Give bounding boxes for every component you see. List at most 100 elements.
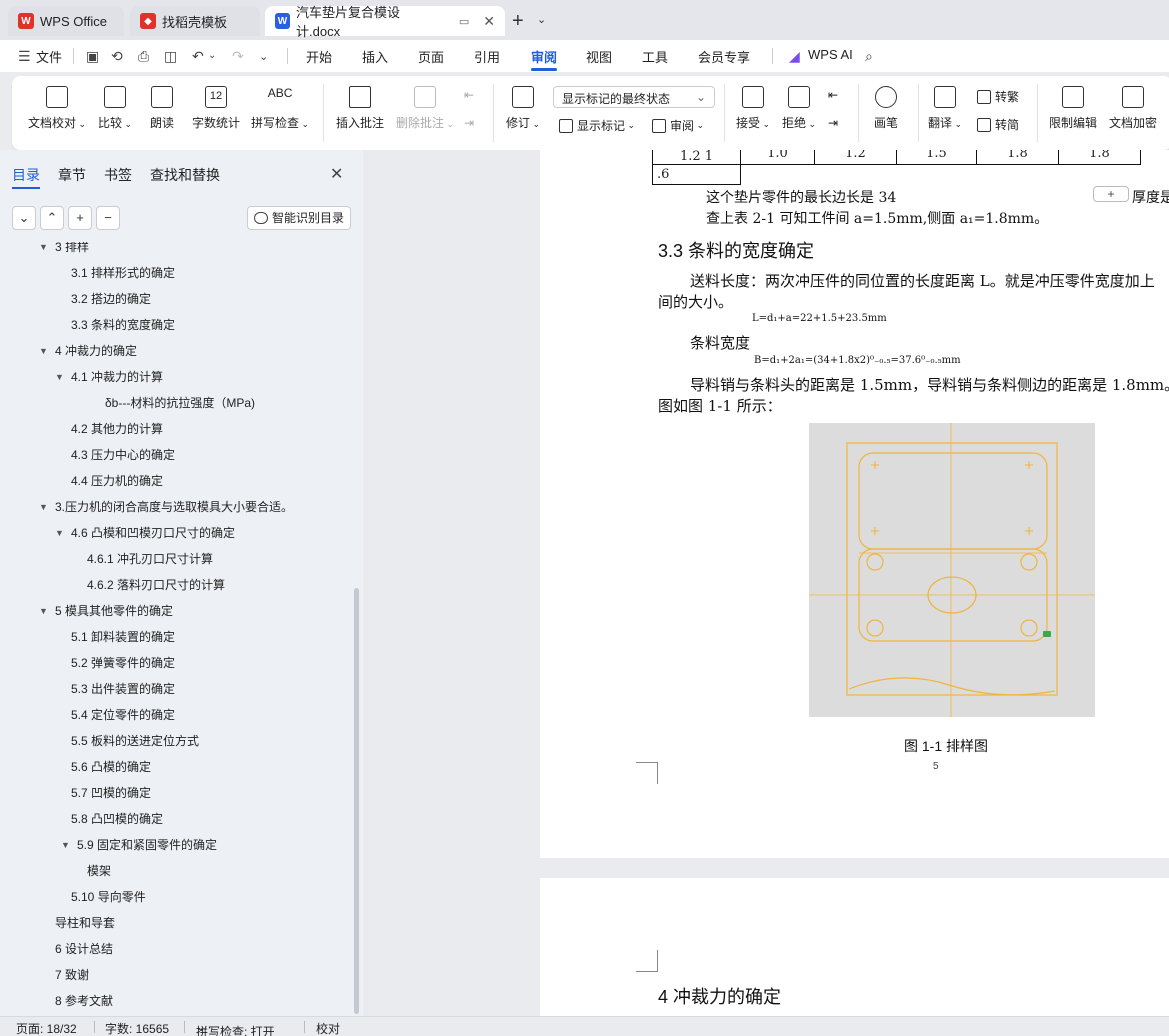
tab-toc[interactable]: 目录: [12, 165, 40, 185]
toc-item[interactable]: 5.2 弹簧零件的确定: [71, 652, 175, 674]
toc-item[interactable]: 导柱和导套: [55, 912, 115, 934]
print-icon[interactable]: ⎙: [138, 48, 149, 65]
collapse-arrow-icon[interactable]: ▼: [39, 496, 48, 518]
collapse-arrow-icon[interactable]: ▼: [55, 366, 64, 388]
toc-item[interactable]: 4.4 压力机的确定: [71, 470, 163, 492]
menu-page[interactable]: 页面: [418, 47, 444, 66]
word-count-indicator[interactable]: 字数: 16565: [105, 1020, 169, 1036]
tab-bookmarks[interactable]: 书签: [104, 165, 132, 185]
expand-all-button[interactable]: ⌄: [12, 206, 36, 230]
monitor-icon[interactable]: ▭: [459, 15, 469, 28]
toc-item[interactable]: ▼ 5.9 固定和紧固零件的确定: [61, 834, 217, 856]
menu-wps-ai[interactable]: WPS AI: [808, 47, 853, 62]
toc-item[interactable]: 8 参考文献: [55, 990, 113, 1012]
collapse-arrow-icon[interactable]: ▼: [39, 340, 48, 362]
close-tab-icon[interactable]: ✕: [483, 13, 495, 30]
toc-scrollbar[interactable]: [354, 588, 359, 1014]
toc-item[interactable]: 5.3 出件装置的确定: [71, 678, 175, 700]
menu-tools[interactable]: 工具: [642, 47, 668, 66]
toc-item[interactable]: 4.2 其他力的计算: [71, 418, 163, 440]
toc-item[interactable]: 6 设计总结: [55, 938, 113, 960]
toc-item[interactable]: 5.4 定位零件的确定: [71, 704, 175, 726]
smart-toc-button[interactable]: 智能识别目录: [247, 206, 351, 230]
undo-dropdown-icon[interactable]: ⌄: [208, 50, 216, 61]
toc-item[interactable]: 4.3 压力中心的确定: [71, 444, 175, 466]
to-traditional-button[interactable]: 转繁: [977, 88, 1019, 105]
toc-item[interactable]: ▼ 3.压力机的闭合高度与选取模具大小要合适。: [39, 496, 293, 518]
toc-item[interactable]: 4.6.2 落料刃口尺寸的计算: [87, 574, 225, 596]
share-icon[interactable]: ⟲: [111, 48, 123, 65]
toc-item[interactable]: 5.6 凸模的确定: [71, 756, 151, 778]
spell-check-indicator[interactable]: 拼写检查: 打开 ⌄: [196, 1020, 275, 1036]
toc-item[interactable]: ▼ 5 模具其他零件的确定: [39, 600, 173, 622]
remove-heading-button[interactable]: −: [96, 206, 120, 230]
add-heading-button[interactable]: +: [68, 206, 92, 230]
collapse-arrow-icon[interactable]: ▼: [55, 522, 64, 544]
document-page[interactable]: 4 冲裁力的确定: [540, 878, 1169, 1016]
page-indicator[interactable]: 页面: 18/32: [16, 1020, 77, 1036]
toc-item[interactable]: 4.6.1 冲孔刃口尺寸计算: [87, 548, 213, 570]
tab-sections[interactable]: 章节: [58, 165, 86, 185]
markup-state-select[interactable]: 显示标记的最终状态 ⌄: [553, 86, 715, 108]
toc-item[interactable]: 模架: [87, 860, 111, 882]
toc-item[interactable]: δb---材料的抗拉强度（MPa): [105, 392, 255, 414]
to-simplified-button[interactable]: 转简: [977, 116, 1019, 133]
save-icon[interactable]: ▣: [86, 48, 99, 65]
compare-button[interactable]: 比较 ⌄: [98, 86, 132, 131]
hamburger-menu-icon[interactable]: ☰: [18, 48, 31, 65]
pen-button[interactable]: 画笔: [874, 86, 898, 131]
menu-start[interactable]: 开始: [306, 47, 332, 66]
doc-check-button[interactable]: 文档校对 ⌄: [28, 86, 86, 131]
review-pane-button[interactable]: 审阅 ⌄: [652, 117, 704, 134]
toc-item[interactable]: 5.7 凹模的确定: [71, 782, 151, 804]
toc-item[interactable]: 5.10 导向零件: [71, 886, 146, 908]
tab-current-document[interactable]: W 汽车垫片复合模设计.docx ▭ ✕: [265, 5, 505, 39]
collapse-all-button[interactable]: ⌃: [40, 206, 64, 230]
collapse-arrow-icon[interactable]: ▼: [61, 834, 70, 856]
toc-item[interactable]: 5.8 凸凹模的确定: [71, 808, 163, 830]
tab-list-chevron-icon[interactable]: ⌄: [537, 13, 546, 26]
close-pane-icon[interactable]: ✕: [330, 164, 343, 184]
menu-file[interactable]: 文件: [36, 47, 62, 66]
toc-item[interactable]: 3.2 搭边的确定: [71, 288, 151, 310]
layout-figure[interactable]: [809, 423, 1095, 717]
menu-member[interactable]: 会员专享: [698, 47, 750, 66]
encrypt-button[interactable]: 文档加密: [1109, 86, 1157, 131]
toc-item[interactable]: 3.3 条料的宽度确定: [71, 314, 175, 336]
proofread-indicator[interactable]: 校对: [316, 1020, 340, 1036]
next-change-icon[interactable]: ⇥: [828, 116, 838, 130]
spell-check-button[interactable]: ABC 拼写检查 ⌄: [251, 86, 309, 131]
wps-ai-icon[interactable]: ◢: [789, 48, 800, 65]
toc-item[interactable]: 5.5 板料的送进定位方式: [71, 730, 199, 752]
revise-button[interactable]: 修订 ⌄: [506, 86, 540, 131]
previous-change-icon[interactable]: ⇤: [828, 88, 838, 102]
menu-review[interactable]: 审阅: [531, 47, 557, 66]
toc-item[interactable]: ▼ 4.1 冲裁力的计算: [55, 366, 163, 388]
insert-comment-button[interactable]: 插入批注: [336, 86, 384, 131]
reject-button[interactable]: 拒绝 ⌄: [782, 86, 816, 131]
word-count-button[interactable]: 12 字数统计: [192, 86, 240, 131]
document-area[interactable]: 1.2 1 1.0 1.2 1.5 1.8 1.8 .6 这个垫片零件的最长边长…: [363, 150, 1169, 1016]
restrict-edit-button[interactable]: 限制编辑: [1049, 86, 1097, 131]
tab-docer-templates[interactable]: ◆ 找稻壳模板: [130, 6, 260, 36]
new-tab-icon[interactable]: +: [512, 10, 524, 33]
toc-item[interactable]: 5.1 卸料装置的确定: [71, 626, 175, 648]
tab-wps-office[interactable]: W WPS Office: [8, 6, 124, 36]
insert-plus-button[interactable]: +: [1093, 186, 1129, 202]
show-markup-button[interactable]: 显示标记 ⌄: [559, 117, 635, 134]
more-quick-access-icon[interactable]: ⌄: [259, 50, 268, 63]
collapse-arrow-icon[interactable]: ▼: [39, 242, 48, 258]
document-page[interactable]: 1.2 1 1.0 1.2 1.5 1.8 1.8 .6 这个垫片零件的最长边长…: [540, 150, 1169, 858]
toc-item[interactable]: ▼ 4 冲裁力的确定: [39, 340, 137, 362]
toc-item[interactable]: ▼ 3 排样: [39, 242, 89, 258]
menu-reference[interactable]: 引用: [474, 47, 500, 66]
translate-button[interactable]: 翻译 ⌄: [928, 86, 962, 131]
toc-item[interactable]: ▼ 4.6 凸模和凹模刃口尺寸的确定: [55, 522, 235, 544]
read-aloud-button[interactable]: 朗读: [150, 86, 174, 131]
toc-item[interactable]: 7 致谢: [55, 964, 89, 986]
accept-button[interactable]: 接受 ⌄: [736, 86, 770, 131]
toc-item[interactable]: 3.1 排样形式的确定: [71, 262, 175, 284]
collapse-arrow-icon[interactable]: ▼: [39, 600, 48, 622]
search-icon[interactable]: ⌕: [865, 48, 873, 65]
print-preview-icon[interactable]: ◫: [164, 48, 177, 65]
